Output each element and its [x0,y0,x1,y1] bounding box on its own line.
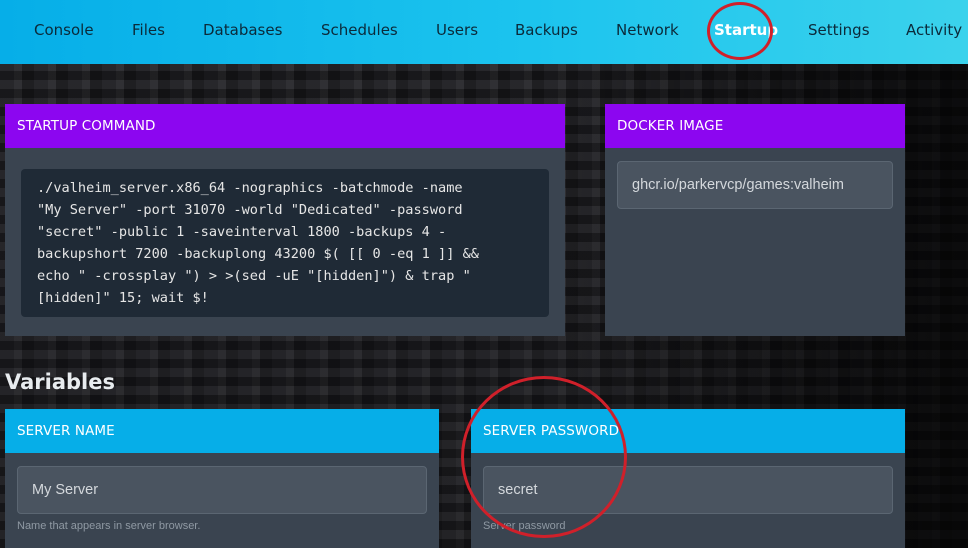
server-password-input[interactable]: secret [483,466,893,514]
nav-backups[interactable]: Backups [515,0,578,64]
docker-image-panel: DOCKER IMAGE ghcr.io/parkervcp/games:val… [605,104,905,336]
nav-databases[interactable]: Databases [203,0,282,64]
server-name-help: Name that appears in server browser. [17,520,201,532]
startup-command-panel: STARTUP COMMAND ./valheim_server.x86_64 … [5,104,565,336]
nav-activity[interactable]: Activity [906,0,962,64]
server-password-panel: SERVER PASSWORD secret Server password [471,409,905,548]
command-line: "secret" -public 1 -saveinterval 1800 -b… [37,224,447,240]
docker-image-header: DOCKER IMAGE [605,104,905,148]
nav-startup[interactable]: Startup [714,0,778,64]
server-password-help: Server password [483,520,566,532]
variables-title: Variables [5,370,115,394]
nav-schedules[interactable]: Schedules [321,0,398,64]
nav-network[interactable]: Network [616,0,679,64]
server-name-panel: SERVER NAME My Server Name that appears … [5,409,439,548]
top-navigation: Console Files Databases Schedules Users … [0,0,968,64]
server-password-header: SERVER PASSWORD [471,409,905,453]
docker-image-select[interactable]: ghcr.io/parkervcp/games:valheim [617,161,893,209]
command-line: backupshort 7200 -backuplong 43200 $( [[… [37,246,479,262]
nav-settings[interactable]: Settings [808,0,870,64]
command-line: echo " -crossplay ") > >(sed -uE "[hidde… [37,268,471,284]
startup-command-header: STARTUP COMMAND [5,104,565,148]
nav-users[interactable]: Users [436,0,478,64]
server-name-input[interactable]: My Server [17,466,427,514]
nav-files[interactable]: Files [132,0,165,64]
server-name-header: SERVER NAME [5,409,439,453]
startup-command-code: ./valheim_server.x86_64 -nographics -bat… [21,169,549,317]
command-line: "My Server" -port 31070 -world "Dedicate… [37,202,463,218]
command-line: ./valheim_server.x86_64 -nographics -bat… [37,180,463,196]
command-line: [hidden]" 15; wait $! [37,290,209,306]
nav-console[interactable]: Console [34,0,94,64]
